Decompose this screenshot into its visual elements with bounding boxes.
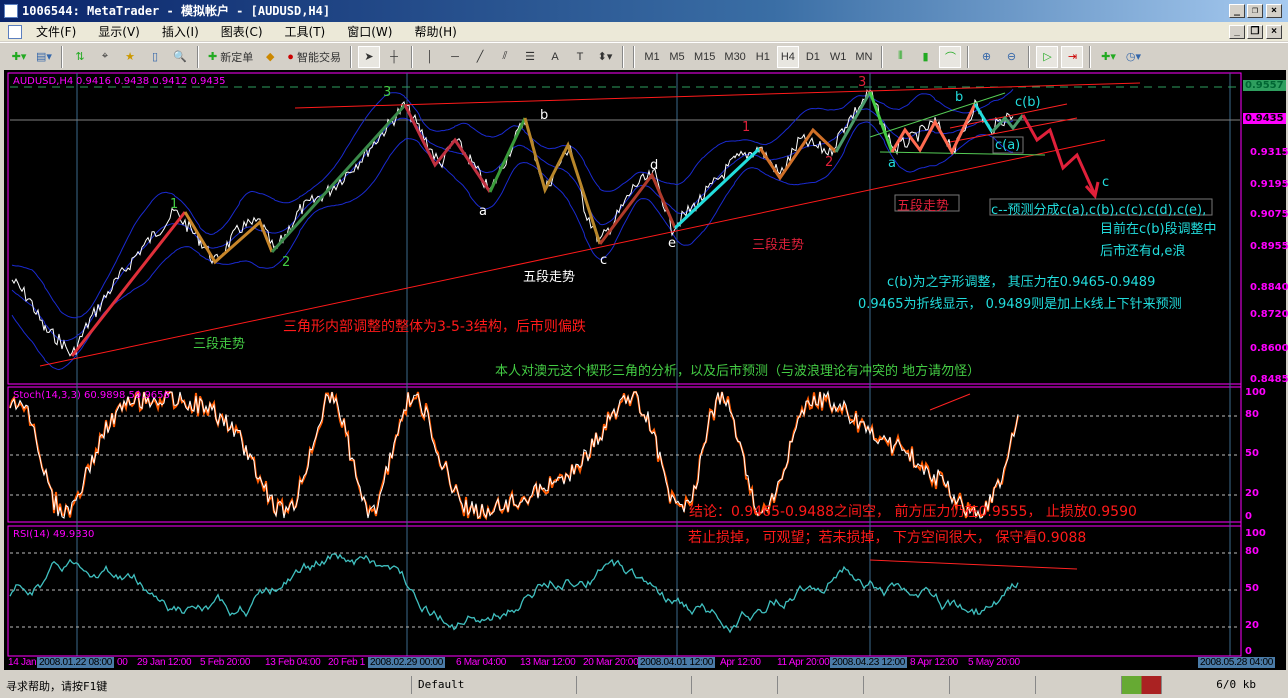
time-tick: 20 Feb 1: [328, 657, 366, 668]
rsi-tick: 0: [1245, 646, 1252, 657]
time-tick: 13 Mar 12:00: [520, 657, 576, 668]
time-marker: 2008.04.01 12:00: [638, 657, 716, 668]
stoch-tick: 50: [1245, 448, 1259, 459]
pressure-note-annotation: 0.9465为折线显示， 0.9489则是加上k线上下针来预测: [858, 297, 1182, 312]
price-tick: 0.8840: [1250, 282, 1288, 293]
wave-ca: [973, 103, 994, 133]
wave-label: c: [600, 253, 608, 268]
status-traffic: 6/0 kb: [1216, 678, 1256, 691]
stoch-tick: 20: [1245, 488, 1259, 499]
ohlc-values: 0.9416 0.9438 0.9412 0.9435: [76, 76, 226, 87]
time-tick: 11 Apr 20:00: [777, 657, 830, 668]
stoch-tick: 100: [1245, 387, 1266, 398]
rsi-line: [9, 553, 1019, 634]
status-bar: 寻求帮助，请按F1键 Default 6/0 kb: [0, 674, 1288, 696]
wave-a: [403, 104, 492, 193]
three-wave-annotation: 三段走势: [193, 337, 246, 352]
rsi-header: RSI(14) 49.9330: [13, 529, 95, 540]
time-tick: 5 Feb 20:00: [200, 657, 251, 668]
wave-label: 2: [282, 255, 291, 270]
remaining-annotation: 后市还有d,e浪: [1100, 244, 1186, 259]
wave-label: c(b): [1015, 95, 1041, 110]
time-tick: 00: [117, 657, 128, 668]
time-tick: 6 Mar 04:00: [456, 657, 507, 668]
current-annotation: 目前在c(b)段调整中: [1100, 222, 1217, 237]
wave-1: [70, 211, 187, 357]
stoch-header: Stoch(14,3,3) 60.9898 59.9656: [13, 390, 170, 401]
wave-3: [270, 103, 407, 254]
rsi-tick: 100: [1245, 528, 1266, 539]
structure-annotation: 三角形内部调整的整体为3-5-3结构，后市则偏跌: [283, 319, 586, 335]
wave-c: [523, 117, 602, 245]
current-price-marker: 0.9435: [1243, 113, 1286, 124]
status-help: 寻求帮助，请按F1键: [0, 676, 412, 694]
wave-label: 1: [170, 197, 179, 212]
time-tick: 8 Apr 12:00: [910, 657, 958, 668]
symbol-label: AUDUSD,H4: [13, 76, 74, 87]
wave-a2: [868, 91, 894, 153]
price-tick: 0.9195: [1250, 179, 1288, 190]
time-marker: 2008.02.29 00:00: [368, 657, 446, 668]
wave-label: c: [1102, 175, 1110, 190]
rsi-levels: [10, 552, 1240, 628]
wave-label: b: [955, 90, 964, 105]
rsi-tick: 50: [1245, 583, 1259, 594]
channel-upper-green: [869, 92, 1006, 138]
stoch-tick: 0: [1245, 511, 1252, 522]
stoch-levels: [10, 415, 1240, 496]
author-annotation: 本人对澳元这个楔形三角的分析，以及后市预测（与波浪理论有冲突的 地方请勿怪）: [495, 364, 981, 379]
time-marker: 2008.01.22 08:00: [37, 657, 115, 668]
five-wave-annotation: 五段走势: [523, 270, 576, 285]
wave-label: c(a): [995, 138, 1021, 153]
time-tick: 14 Jan: [8, 657, 37, 668]
rsi-divergence-line: [869, 559, 1078, 570]
price-tick: 0.8485: [1250, 374, 1288, 385]
time-marker: 2008.05.28 04:00: [1198, 657, 1276, 668]
price-tick: 0.9075: [1250, 209, 1288, 220]
wave-label: a: [888, 156, 896, 171]
price-tick: 0.9315: [1250, 147, 1288, 158]
rsi-tick: 80: [1245, 546, 1259, 557]
stoch-tick: 80: [1245, 409, 1259, 420]
wave-label: 2: [825, 155, 834, 170]
wave-label: 3: [383, 85, 392, 100]
forecast-annotation: c--预测分成c(a),c(b),c(c),c(d),c(e),: [991, 203, 1207, 218]
time-tick: Apr 12:00: [720, 657, 761, 668]
time-tick: 13 Feb 04:00: [265, 657, 321, 668]
bollinger-band: [11, 88, 1014, 319]
price-tick: 0.8720: [1250, 309, 1288, 320]
price-tick: 0.8955: [1250, 241, 1288, 252]
status-profile: Default: [412, 676, 577, 694]
connection-icon: [1122, 676, 1162, 694]
time-tick: 5 May 20:00: [968, 657, 1020, 668]
rsi-tick: 20: [1245, 620, 1259, 631]
wave-label: a: [479, 204, 487, 219]
price-tick: 0.8600: [1250, 343, 1288, 354]
advice-annotation: 若止损掉， 可观望；若未损掉， 下方空间很大， 保守看0.9088: [688, 530, 1087, 546]
time-marker: 2008.04.23 12:00: [830, 657, 908, 668]
time-tick: 29 Jan 12:00: [137, 657, 192, 668]
pressure-annotation: c(b)为之字形调整， 其压力在0.9465-0.9489: [887, 275, 1156, 290]
stoch-divergence-line: [929, 393, 971, 411]
five-wave-annotation: 五段走势: [897, 199, 950, 214]
wave-label: 3: [858, 75, 867, 90]
wave-label: e: [668, 236, 676, 251]
wave-label: b: [540, 108, 549, 123]
resistance-price-marker: 0.9557: [1243, 80, 1286, 91]
wave-label: d: [650, 158, 659, 173]
time-tick: 20 Mar 20:00: [583, 657, 639, 668]
wave-label: 1: [742, 120, 751, 135]
three-wave-annotation: 三段走势: [752, 238, 805, 253]
conclusion-annotation: 结论：0.9465-0.9488之间空， 前方压力仍在0.9555， 止损放0.…: [689, 504, 1137, 520]
